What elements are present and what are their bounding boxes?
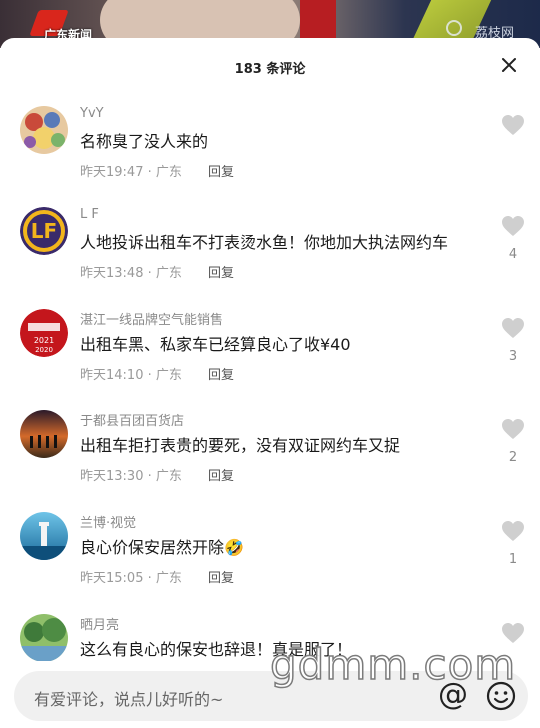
heart-icon — [502, 115, 524, 135]
svg-text:LF: LF — [31, 219, 57, 243]
comment-input-bar: 有爱评论，说点儿好听的~ @ — [0, 661, 540, 728]
like-count: 3 — [508, 349, 518, 364]
like-count: 2 — [508, 450, 518, 465]
reply-button[interactable]: 回复 — [208, 567, 234, 586]
reply-button[interactable]: 回复 — [208, 161, 234, 180]
heart-icon — [502, 419, 524, 439]
comment-username[interactable]: 湛江一线品牌空气能销售 — [80, 309, 223, 328]
close-icon — [502, 58, 516, 72]
like-button[interactable]: 4 — [501, 215, 525, 262]
comment-item: 2021 2020 湛江一线品牌空气能销售 出租车黑、私家车已经算良心了收¥40 … — [0, 309, 540, 409]
svg-text:2020: 2020 — [35, 346, 53, 354]
comment-text: 出租车黑、私家车已经算良心了收¥40 — [80, 335, 351, 354]
close-button[interactable] — [498, 54, 520, 76]
comment-username[interactable]: L F — [80, 207, 99, 222]
sheet-header: 183 条评论 — [0, 38, 540, 94]
like-count: 4 — [508, 247, 518, 262]
video-red-object — [300, 0, 336, 40]
comment-text: 良心价保安居然开除🤣 — [80, 538, 244, 557]
heart-icon — [502, 318, 524, 338]
heart-icon — [502, 623, 524, 643]
like-button[interactable]: 3 — [501, 317, 525, 364]
avatar[interactable] — [20, 106, 68, 154]
avatar[interactable] — [20, 512, 68, 560]
comment-meta: 昨天15:05 · 广东 — [80, 571, 182, 586]
comment-text: 名称臭了没人来的 — [80, 132, 209, 151]
comment-input[interactable]: 有爱评论，说点儿好听的~ @ — [14, 671, 528, 721]
comment-meta: 昨天19:47 · 广东 — [80, 165, 182, 180]
comment-username[interactable]: 于都县百团百货店 — [80, 410, 184, 429]
reply-button[interactable]: 回复 — [208, 465, 234, 484]
comment-username[interactable]: 兰博·视觉 — [80, 512, 136, 531]
like-button[interactable]: 1 — [501, 520, 525, 567]
smiley-icon — [486, 681, 516, 711]
comment-username[interactable]: 晒月亮 — [80, 614, 119, 633]
like-button[interactable] — [501, 622, 525, 644]
comment-text: 人地投诉出租车不打表烫水鱼！你地加大执法网约车 — [80, 233, 449, 252]
comment-item: YvY 名称臭了没人来的 昨天19:47 · 广东 回复 — [0, 106, 540, 206]
comment-text: 这么有良心的保安也辞退！真是服了！ — [80, 640, 353, 659]
like-button[interactable] — [501, 114, 525, 146]
svg-text:2021: 2021 — [34, 336, 54, 345]
comment-item: LF L F 人地投诉出租车不打表烫水鱼！你地加大执法网约车 昨天13:48 ·… — [0, 207, 540, 307]
like-button[interactable]: 2 — [501, 418, 525, 465]
lizhi-logo-icon — [446, 20, 462, 36]
comment-item: 于都县百团百货店 出租车拒打表贵的要死，没有双证网约车又捉 昨天13:30 · … — [0, 410, 540, 510]
comment-meta: 昨天13:30 · 广东 — [80, 469, 182, 484]
comment-count-title: 183 条评论 — [234, 62, 306, 77]
reply-button[interactable]: 回复 — [208, 364, 234, 383]
comment-meta: 昨天14:10 · 广东 — [80, 368, 182, 383]
avatar[interactable] — [20, 410, 68, 458]
avatar[interactable]: LF — [20, 207, 68, 255]
mention-button[interactable]: @ — [438, 679, 468, 711]
input-placeholder: 有爱评论，说点儿好听的~ — [34, 690, 224, 709]
comment-username[interactable]: YvY — [80, 106, 104, 121]
comment-meta: 昨天13:48 · 广东 — [80, 266, 182, 281]
heart-icon — [502, 521, 524, 541]
comment-item: 兰博·视觉 良心价保安居然开除🤣 昨天15:05 · 广东 回复 1 — [0, 512, 540, 612]
comments-sheet: 183 条评论 YvY 名称臭了没人来的 昨天19:47 · 广东 回复 LF … — [0, 38, 540, 728]
avatar[interactable]: 2021 2020 — [20, 309, 68, 357]
heart-icon — [502, 216, 524, 236]
avatar[interactable] — [20, 614, 68, 662]
like-count: 1 — [508, 552, 518, 567]
emoji-button[interactable] — [486, 681, 516, 711]
reply-button[interactable]: 回复 — [208, 262, 234, 281]
comment-text: 出租车拒打表贵的要死，没有双证网约车又捉 — [80, 436, 401, 455]
